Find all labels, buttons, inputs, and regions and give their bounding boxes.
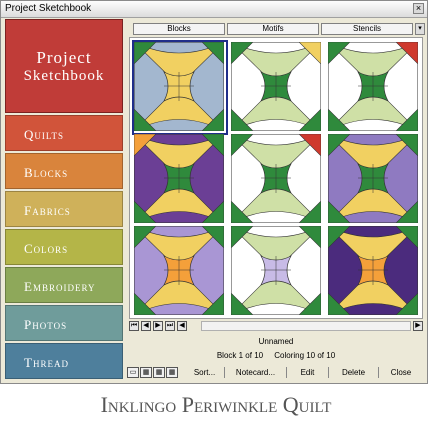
- sidebar-item-colors[interactable]: Colors: [5, 229, 123, 265]
- coloring-count: Coloring 10 of 10: [274, 351, 336, 360]
- block-count: Block 1 of 10: [216, 351, 264, 360]
- sidebar-item-blocks[interactable]: Blocks: [5, 153, 123, 189]
- view-single-icon[interactable]: ▭: [127, 367, 139, 378]
- close-button[interactable]: Close: [379, 367, 423, 378]
- sidebar-item-quilts[interactable]: Quilts: [5, 115, 123, 151]
- sidebar-item-fabrics[interactable]: Fabrics: [5, 191, 123, 227]
- block-thumbnail[interactable]: [231, 134, 323, 225]
- block-thumbnail[interactable]: [328, 226, 420, 317]
- first-block-icon[interactable]: ⏮: [129, 321, 139, 331]
- sidebar-item-embroidery[interactable]: Embroidery: [5, 267, 123, 303]
- view-grid-large-icon[interactable]: ▦: [166, 367, 178, 378]
- view-grid-small-icon[interactable]: ▦: [140, 367, 152, 378]
- block-name: Unnamed: [258, 337, 294, 346]
- notecard-button[interactable]: Notecard...: [225, 367, 287, 378]
- horizontal-scrollbar[interactable]: [201, 321, 411, 331]
- block-thumbnail[interactable]: [132, 40, 228, 135]
- sidebar: Project Sketchbook Quilts Blocks Fabrics Co…: [5, 19, 123, 381]
- next-block-icon[interactable]: ▶: [153, 321, 163, 331]
- delete-button[interactable]: Delete: [329, 367, 379, 378]
- project-sketchbook-window: Project Sketchbook × Project Sketchbook …: [0, 0, 428, 384]
- tab-strip: Blocks Motifs Stencils ▾: [133, 23, 425, 37]
- sidebar-item-label: Blocks: [24, 165, 69, 180]
- bottom-toolbar: ▭ ▦ ▦ ▦ Sort... Notecard... Edit Delete …: [125, 367, 427, 379]
- block-thumbnail[interactable]: [328, 134, 420, 225]
- tab-menu-icon[interactable]: ▾: [415, 23, 425, 35]
- block-thumbnail[interactable]: [134, 134, 226, 225]
- last-block-icon[interactable]: ⏭: [165, 321, 175, 331]
- window-title: Project Sketchbook: [5, 3, 92, 14]
- sidebar-item-photos[interactable]: Photos: [5, 305, 123, 341]
- edit-button[interactable]: Edit: [287, 367, 329, 378]
- block-thumbnail[interactable]: [328, 42, 420, 133]
- main-panel: Blocks Motifs Stencils ▾ ⏮ ◀ ▶ ⏭ ◀ ▶ Unn…: [125, 19, 427, 381]
- caption: Inklingo Periwinkle Quilt: [100, 392, 332, 417]
- previous-block-icon[interactable]: ◀: [141, 321, 151, 331]
- sidebar-item-label: Quilts: [24, 127, 65, 142]
- logo-line-2: Sketchbook: [23, 68, 105, 84]
- sketchbook-logo: Project Sketchbook: [5, 19, 123, 113]
- block-status: Block 1 of 10 Coloring 10 of 10: [125, 351, 427, 360]
- navigation-bar: ⏮ ◀ ▶ ⏭ ◀ ▶: [129, 321, 423, 331]
- sidebar-item-label: Embroidery: [24, 279, 96, 294]
- block-thumbnail[interactable]: [134, 226, 226, 317]
- view-grid-medium-icon[interactable]: ▦: [153, 367, 165, 378]
- block-thumbnail[interactable]: [231, 226, 323, 317]
- sidebar-item-thread[interactable]: Thread: [5, 343, 123, 379]
- sort-button[interactable]: Sort...: [185, 367, 225, 378]
- scroll-left-icon[interactable]: ◀: [177, 321, 187, 331]
- sidebar-item-label: Photos: [24, 317, 68, 332]
- scroll-right-icon[interactable]: ▶: [413, 321, 423, 331]
- tab-motifs[interactable]: Motifs: [227, 23, 319, 35]
- tab-blocks[interactable]: Blocks: [133, 23, 225, 35]
- block-thumbnail[interactable]: [231, 42, 323, 133]
- tab-stencils[interactable]: Stencils: [321, 23, 413, 35]
- title-bar: Project Sketchbook ×: [1, 1, 427, 18]
- sidebar-item-label: Fabrics: [24, 203, 71, 218]
- logo-line-1: Project: [36, 48, 92, 67]
- sidebar-item-label: Thread: [24, 355, 69, 370]
- sidebar-item-label: Colors: [24, 241, 69, 256]
- block-grid: [129, 37, 423, 319]
- close-icon[interactable]: ×: [413, 3, 424, 14]
